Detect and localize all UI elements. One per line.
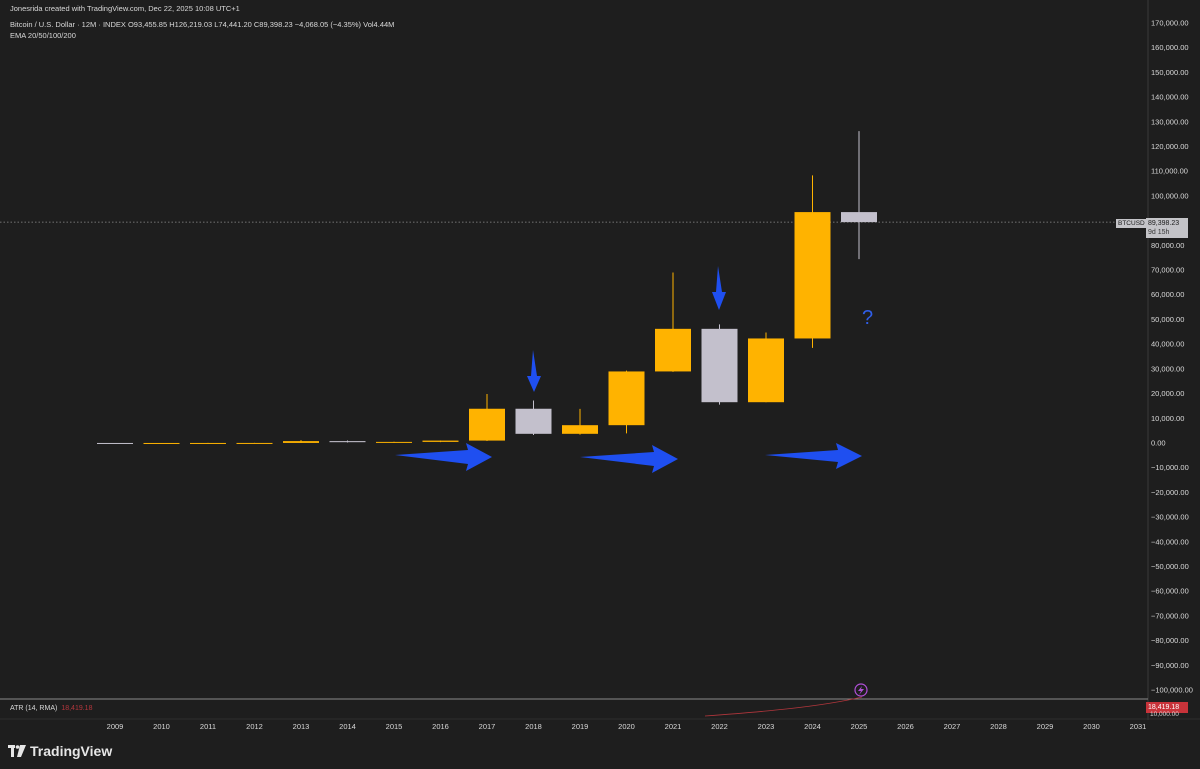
- x-tick-label: 2014: [339, 722, 356, 731]
- atr-legend[interactable]: ATR (14, RMA) 18,419.18: [10, 705, 92, 712]
- y-tick-label: −90,000.00: [1151, 661, 1189, 670]
- arrow-right-icon: [580, 445, 678, 473]
- y-tick-label: −20,000.00: [1151, 488, 1189, 497]
- x-tick-label: 2018: [525, 722, 542, 731]
- y-tick-label: 30,000.00: [1151, 364, 1184, 373]
- x-tick-label: 2016: [432, 722, 449, 731]
- y-tick-label: 20,000.00: [1151, 389, 1184, 398]
- atr-value: 18,419.18: [61, 705, 93, 712]
- y-tick-label: −50,000.00: [1151, 562, 1189, 571]
- question-annotation: ?: [862, 307, 873, 329]
- candle-body: [143, 442, 180, 444]
- y-tick-label: −70,000.00: [1151, 611, 1189, 620]
- candle-body: [608, 371, 645, 426]
- arrow-down-icon: [712, 266, 726, 310]
- candle-body: [515, 408, 552, 434]
- candle-body: [283, 441, 319, 443]
- arrow-right-icon: [395, 443, 492, 471]
- candle-body: [469, 408, 505, 441]
- atr-name: ATR (14, RMA): [10, 705, 58, 712]
- chart-credit: Jonesrida created with TradingView.com, …: [10, 4, 240, 13]
- x-tick-label: 2031: [1130, 722, 1147, 731]
- bar-countdown: 9d 15h: [1148, 229, 1170, 236]
- y-tick-label: 130,000.00: [1151, 117, 1189, 126]
- y-tick-label: 150,000.00: [1151, 68, 1189, 77]
- candle-body: [422, 440, 459, 442]
- x-tick-label: 2009: [107, 722, 124, 731]
- y-tick-label: 110,000.00: [1151, 167, 1188, 176]
- atr-scale-label: 10,000.00: [1150, 711, 1179, 718]
- x-tick-label: 2028: [990, 722, 1007, 731]
- arrow-right-icon: [765, 443, 862, 469]
- y-tick-label: 70,000.00: [1151, 266, 1184, 275]
- x-tick-label: 2017: [479, 722, 496, 731]
- y-tick-label: −100,000.00: [1151, 686, 1193, 695]
- y-tick-label: 0.00: [1151, 438, 1166, 447]
- y-tick-label: 10,000.00: [1151, 414, 1184, 423]
- x-tick-label: 2015: [386, 722, 403, 731]
- candle-body: [190, 442, 226, 444]
- x-tick-label: 2012: [246, 722, 263, 731]
- y-tick-label: −30,000.00: [1151, 513, 1189, 522]
- symbol-ohlc-legend[interactable]: Bitcoin / U.S. Dollar · 12M · INDEX O93,…: [10, 20, 394, 29]
- y-tick-label: −80,000.00: [1151, 636, 1189, 645]
- x-tick-label: 2022: [711, 722, 728, 731]
- y-tick-label: −60,000.00: [1151, 587, 1189, 596]
- x-tick-label: 2021: [665, 722, 682, 731]
- arrow-down-icon: [527, 350, 541, 392]
- x-tick-label: 2024: [804, 722, 821, 731]
- x-tick-label: 2026: [897, 722, 914, 731]
- x-tick-label: 2029: [1037, 722, 1054, 731]
- x-axis: 2009 2010 2011 2012 2013 2014 2015 2016 2017 2018…: [107, 722, 1147, 731]
- y-tick-label: 80,000.00: [1151, 241, 1184, 250]
- y-tick-label: 100,000.00: [1151, 191, 1189, 200]
- candle-body: [97, 442, 133, 444]
- x-tick-label: 2019: [572, 722, 589, 731]
- y-axis: 170,000.00 160,000.00 150,000.00 140,000.00…: [1151, 19, 1193, 695]
- tradingview-logo-text: TradingView: [30, 743, 113, 759]
- x-tick-label: 2011: [200, 722, 216, 731]
- y-tick-label: 50,000.00: [1151, 315, 1184, 324]
- candle-body: [655, 328, 691, 372]
- y-tick-label: 120,000.00: [1151, 142, 1189, 151]
- lightning-icon: [858, 686, 864, 695]
- y-tick-label: 160,000.00: [1151, 43, 1189, 52]
- y-tick-label: −10,000.00: [1151, 463, 1189, 472]
- y-tick-label: 40,000.00: [1151, 340, 1184, 349]
- candle-body: [562, 425, 598, 434]
- y-tick-label: −40,000.00: [1151, 537, 1189, 546]
- candle-body: [748, 338, 784, 403]
- y-tick-label: 140,000.00: [1151, 93, 1189, 102]
- x-tick-label: 2013: [293, 722, 310, 731]
- tradingview-logo-icon: [8, 745, 26, 757]
- candle-body: [376, 441, 412, 443]
- x-tick-label: 2030: [1083, 722, 1100, 731]
- tradingview-logo[interactable]: TradingView: [8, 743, 112, 759]
- candles: [97, 131, 877, 444]
- y-tick-label: 170,000.00: [1151, 19, 1189, 28]
- x-tick-label: 2020: [618, 722, 635, 731]
- symbol-tag: BTCUSD: [1116, 219, 1147, 228]
- atr-line: [704, 696, 863, 717]
- y-tick-label: 60,000.00: [1151, 290, 1184, 299]
- chart-canvas[interactable]: 170,000.00 160,000.00 150,000.00 140,000.00…: [0, 0, 1200, 769]
- candle-body: [236, 442, 273, 444]
- ema-legend[interactable]: EMA 20/50/100/200: [10, 31, 76, 40]
- last-price-tag: 89,398.23 9d 15h: [1146, 218, 1188, 238]
- candle-body: [701, 328, 738, 403]
- x-tick-label: 2023: [758, 722, 775, 731]
- candle-body: [794, 212, 831, 339]
- x-tick-label: 2027: [944, 722, 961, 731]
- last-price-value: 89,398.23: [1148, 220, 1180, 227]
- x-tick-label: 2010: [153, 722, 170, 731]
- candle-body: [841, 212, 877, 223]
- candle-body: [329, 441, 366, 443]
- x-tick-label: 2025: [851, 722, 868, 731]
